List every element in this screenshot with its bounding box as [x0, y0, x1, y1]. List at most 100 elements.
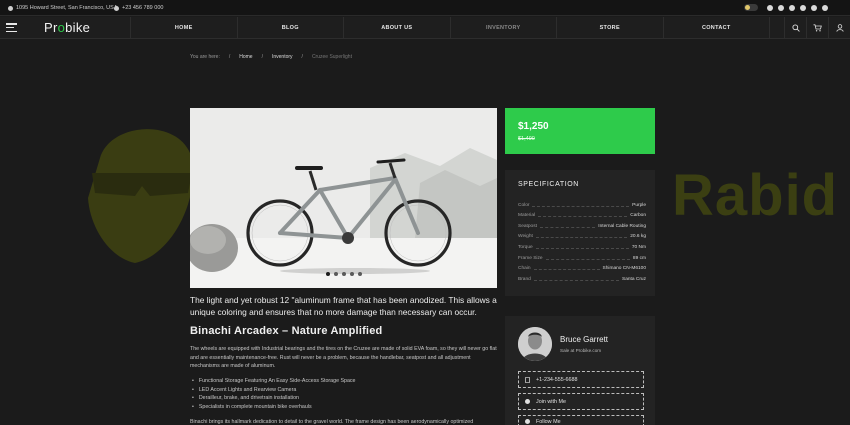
specification-heading: SPECIFICATION: [518, 181, 579, 188]
site-logo[interactable]: Probike: [44, 20, 90, 35]
spec-value: 89 cm: [632, 255, 646, 261]
theme-toggle[interactable]: [744, 4, 758, 11]
bicycle-photo: [190, 108, 497, 288]
address-info: 1095 Howard Street, San Francisco, USA: [8, 5, 118, 11]
call-seller-button[interactable]: +1-234-555-6688: [518, 371, 644, 388]
breadcrumb-separator: /: [228, 54, 231, 60]
old-price: $1,490: [518, 136, 535, 142]
logo-text-end: bike: [65, 20, 91, 35]
spec-row: Weight 20.6 kg: [518, 229, 646, 240]
github-icon[interactable]: [800, 4, 806, 11]
breadcrumb-home[interactable]: Home: [239, 54, 252, 60]
price-card: $1,250 $1,490: [505, 108, 655, 154]
follow-label: Follow Me: [536, 418, 561, 425]
gallery-pagination: [190, 272, 497, 276]
spec-row: Brand Santa Cruz: [518, 271, 646, 282]
gallery-dot[interactable]: [333, 272, 338, 276]
spec-value: Purple: [632, 202, 646, 208]
main-navigation: Probike HOME BLOG ABOUT US INVENTORY STO…: [0, 17, 850, 39]
spec-row: Frame Size 89 cm: [518, 250, 646, 261]
spec-row: Chain Shimano CN-M6100: [518, 261, 646, 272]
hamburger-menu-icon[interactable]: [6, 23, 17, 33]
product-title: Binachi Arcadex – Nature Amplified: [190, 325, 383, 337]
specification-list: Color Purple Material Carbon Seatpost Inter…: [518, 197, 646, 282]
feature-list: Functional Storage Featuring An Easy Sid…: [192, 377, 356, 411]
seller-card: Bruce Garrett Sale at Probike.com +1-234…: [505, 316, 655, 425]
list-item: Functional Storage Featuring An Easy Sid…: [192, 377, 356, 386]
spec-value: Shimano CN-M6100: [602, 266, 646, 272]
spec-value: 70 Nm: [631, 244, 646, 250]
search-button[interactable]: [784, 17, 806, 39]
spec-value: Santa Cruz: [622, 276, 646, 282]
spec-row: Color Purple: [518, 197, 646, 208]
seller-portrait: [518, 327, 552, 361]
cart-button[interactable]: [806, 17, 828, 39]
vimeo-icon[interactable]: [789, 4, 795, 11]
phone-info[interactable]: +23 456 789 000: [114, 5, 163, 11]
gallery-dot[interactable]: [325, 272, 330, 276]
spec-label: Weight: [518, 234, 533, 240]
spec-row: Material Carbon: [518, 208, 646, 219]
spec-label: Color: [518, 202, 530, 208]
list-item: LED Accent Lights and Rearview Camera: [192, 386, 356, 395]
spec-row: Seatpost Internal Cable Routing: [518, 218, 646, 229]
join-button[interactable]: Join with Me: [518, 393, 644, 410]
spec-value: Carbon: [630, 213, 646, 219]
social-links: [744, 4, 828, 11]
breadcrumb-prefix: You are here:: [190, 54, 220, 60]
cart-icon: [813, 24, 822, 32]
search-icon: [791, 24, 800, 32]
phone-icon: [114, 5, 119, 11]
top-info-bar: 1095 Howard Street, San Francisco, USA +…: [0, 0, 850, 16]
address-text: 1095 Howard Street, San Francisco, USA: [16, 5, 118, 11]
product-more-text: Binachi brings its hallmark dedication t…: [190, 419, 474, 425]
facebook-icon[interactable]: [767, 4, 773, 11]
logo-text-start: Pr: [44, 20, 58, 35]
phone-text[interactable]: +23 456 789 000: [122, 5, 163, 11]
nav-item-inventory[interactable]: INVENTORY: [449, 17, 557, 39]
gallery-dot[interactable]: [341, 272, 346, 276]
spec-label: Frame Size: [518, 255, 543, 261]
spec-label: Material: [518, 213, 536, 219]
gallery-dot[interactable]: [357, 272, 362, 276]
nav-menu: HOME BLOG ABOUT US INVENTORY STORE CONTA…: [130, 17, 770, 39]
breadcrumb-separator: /: [301, 54, 303, 60]
product-image-gallery[interactable]: [190, 108, 497, 288]
twitter-icon[interactable]: [778, 4, 784, 11]
seller-name: Bruce Garrett: [560, 335, 609, 344]
linkedin-icon[interactable]: [822, 4, 828, 11]
nav-item-contact[interactable]: CONTACT: [662, 17, 770, 39]
watermark-mascot-graphic: [88, 129, 192, 263]
gallery-dot[interactable]: [349, 272, 354, 276]
location-pin-icon: [8, 5, 13, 11]
list-item: Derailleur, brake, and drivetrain instal…: [192, 394, 356, 403]
breadcrumb-inventory[interactable]: Inventory: [272, 54, 293, 60]
avatar: [518, 327, 552, 361]
follow-button[interactable]: Follow Me: [518, 415, 644, 425]
twitter-icon: [525, 419, 530, 424]
watermark-text: Rabid: [672, 163, 839, 228]
spec-label: Chain: [518, 266, 531, 272]
join-label: Join with Me: [536, 398, 566, 405]
pinterest-icon[interactable]: [811, 4, 817, 11]
specification-card: SPECIFICATION Color Purple Material Carbon…: [505, 170, 655, 296]
phone-icon: [525, 376, 530, 383]
nav-item-about-us[interactable]: ABOUT US: [343, 17, 450, 39]
spec-value: Internal Cable Routing: [598, 223, 646, 229]
logo-text-accent: o: [57, 20, 66, 35]
spec-label: Brand: [518, 276, 531, 282]
spec-row: Torque 70 Nm: [518, 239, 646, 250]
spec-label: Seatpost: [518, 223, 537, 229]
spec-value: 20.6 kg: [630, 234, 646, 240]
current-price: $1,250: [518, 121, 549, 132]
user-icon: [835, 24, 844, 32]
nav-item-blog[interactable]: BLOG: [236, 17, 344, 39]
product-description: The wheels are equipped with Industrial …: [190, 346, 497, 370]
breadcrumb: You are here: / Home / Inventory / Cruze…: [190, 54, 352, 60]
product-lead-text: The light and yet robust 12 "aluminum fr…: [190, 295, 497, 317]
nav-item-home[interactable]: HOME: [130, 17, 237, 39]
seller-role: Sale at Probike.com: [560, 348, 602, 353]
account-button[interactable]: [828, 17, 850, 39]
spec-label: Torque: [518, 244, 533, 250]
nav-item-store[interactable]: STORE: [556, 17, 663, 39]
